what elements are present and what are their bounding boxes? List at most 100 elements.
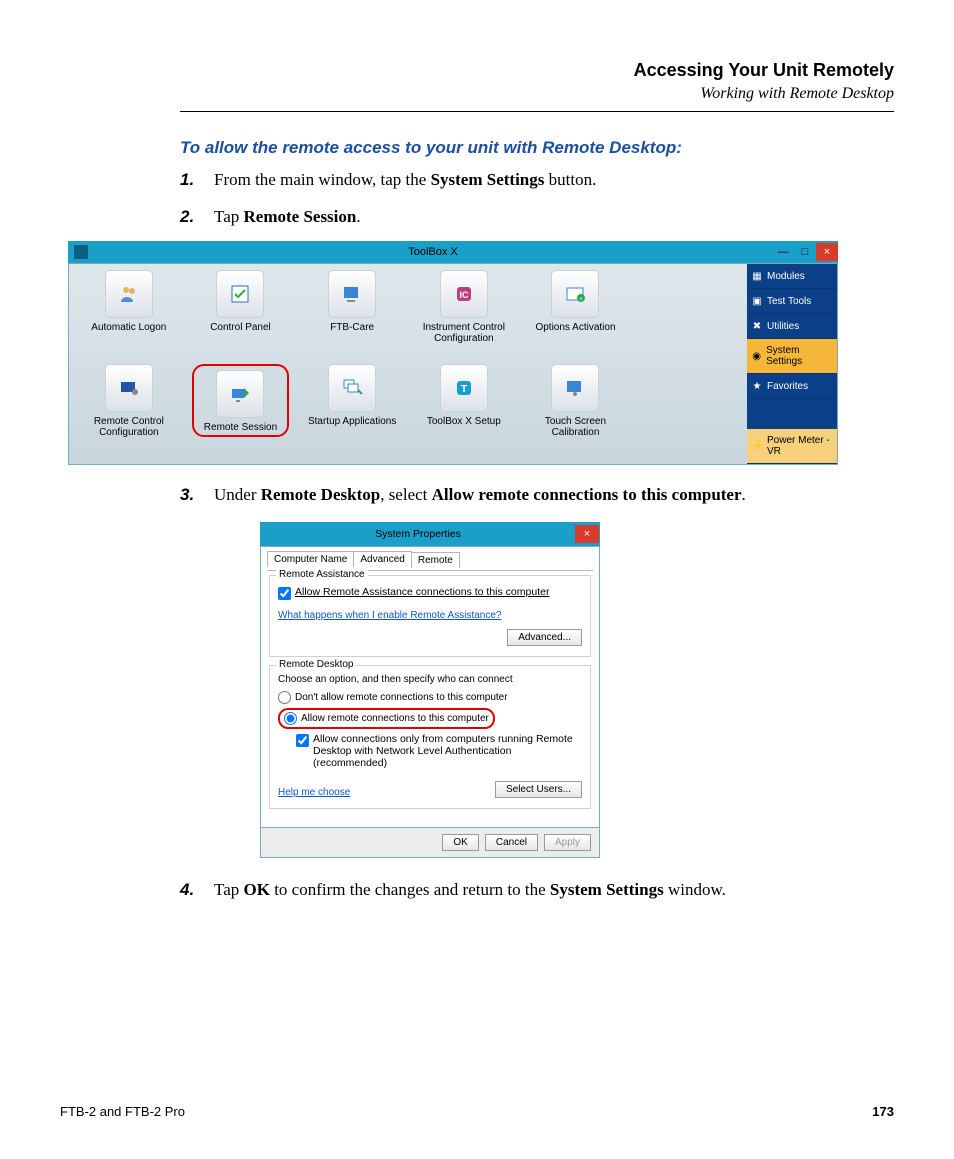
tab-computer-name[interactable]: Computer Name: [267, 551, 354, 567]
system-properties-dialog: System Properties × Computer Name Advanc…: [260, 522, 600, 858]
step-bold: System Settings: [550, 880, 664, 899]
sidebar-item[interactable]: ★ Favorites: [747, 374, 837, 399]
toolbox-tile[interactable]: Startup Applications: [296, 364, 408, 458]
step-text: .: [742, 485, 746, 504]
step-4: 4. Tap OK to confirm the changes and ret…: [180, 878, 894, 903]
sidebar-item[interactable]: ◉System Settings: [747, 339, 837, 374]
sidebar-icon: ✖: [751, 320, 763, 332]
step-bold: Remote Desktop: [261, 485, 380, 504]
nla-checkbox[interactable]: Allow connections only from computers ru…: [296, 733, 582, 769]
toolbox-tile[interactable]: FTB-Care: [296, 270, 408, 364]
header-rule: [180, 111, 894, 112]
toolbox-tile: [631, 270, 743, 364]
cancel-button[interactable]: Cancel: [485, 834, 538, 851]
close-button[interactable]: ×: [816, 243, 838, 261]
toolbox-tile[interactable]: +Options Activation: [520, 270, 632, 364]
page-number: 173: [872, 1104, 894, 1119]
radio-dont-allow[interactable]: Don't allow remote connections to this c…: [278, 691, 582, 704]
step-text: Under: [214, 485, 261, 504]
tile-icon: [328, 270, 376, 318]
maximize-button[interactable]: □: [794, 243, 816, 261]
svg-text:IC: IC: [459, 290, 469, 300]
sidebar-icon: ◉: [751, 350, 762, 362]
toolbox-tile[interactable]: Control Panel: [185, 270, 297, 364]
toolbox-tile[interactable]: IC Instrument Control Configuration: [408, 270, 520, 364]
tab-remote[interactable]: Remote: [411, 552, 460, 568]
toolbox-tile: [631, 364, 743, 458]
tile-icon: [551, 364, 599, 412]
step-text: From the main window, tap the: [214, 170, 431, 189]
choice-instruction: Choose an option, and then specify who c…: [278, 674, 582, 685]
tile-icon: +: [551, 270, 599, 318]
step-number: 2.: [180, 205, 214, 230]
procedure-title: To allow the remote access to your unit …: [180, 138, 894, 158]
step-bold: Remote Session: [244, 207, 357, 226]
sidebar-icon: ★: [751, 380, 763, 392]
allow-remote-assistance-checkbox[interactable]: Allow Remote Assistance connections to t…: [278, 586, 582, 600]
remote-assistance-help-link[interactable]: What happens when I enable Remote Assist…: [278, 610, 501, 621]
toolbox-tile[interactable]: T ToolBox X Setup: [408, 364, 520, 458]
svg-text:+: +: [580, 297, 584, 303]
step-text: Tap: [214, 880, 244, 899]
sidebar-icon: ▣: [751, 295, 763, 307]
dialog-title: System Properties: [261, 528, 575, 540]
toolbox-tile[interactable]: Remote Session: [185, 364, 297, 458]
tile-icon: [105, 270, 153, 318]
toolbox-sidebar: ▦ Modules ▣ Test Tools ✖ Utilities ◉System Set…: [747, 264, 837, 464]
toolbox-tile[interactable]: Automatic Logon: [73, 270, 185, 364]
tile-label: Remote Session: [204, 422, 277, 433]
radio-label: Allow remote connections to this compute…: [301, 713, 489, 724]
step-3: 3. Under Remote Desktop, select Allow re…: [180, 483, 894, 508]
sidebar-item-label: Utilities: [767, 321, 799, 332]
apply-button[interactable]: Apply: [544, 834, 591, 851]
tab-advanced[interactable]: Advanced: [353, 551, 411, 567]
tile-label: ToolBox X Setup: [427, 416, 501, 427]
step-text: window.: [664, 880, 726, 899]
help-me-choose-link[interactable]: Help me choose: [278, 787, 350, 798]
step-number: 1.: [180, 168, 214, 193]
step-text: to confirm the changes and return to the: [270, 880, 550, 899]
chapter-title: Accessing Your Unit Remotely: [180, 60, 894, 81]
tile-label: Control Panel: [210, 322, 271, 333]
toolbox-tile[interactable]: Remote Control Configuration: [73, 364, 185, 458]
checkbox-label: Allow connections only from computers ru…: [313, 733, 582, 769]
toolbox-window: ToolBox X — □ × Automatic Logon Control P…: [68, 241, 838, 465]
tile-icon: T: [440, 364, 488, 412]
sidebar-item-label: Favorites: [767, 381, 808, 392]
step-text: .: [356, 207, 360, 226]
step-text: button.: [544, 170, 596, 189]
dialog-titlebar: System Properties ×: [260, 522, 600, 546]
step-1: 1. From the main window, tap the System …: [180, 168, 894, 193]
section-subtitle: Working with Remote Desktop: [180, 85, 894, 103]
sidebar-item[interactable]: ▦ Modules: [747, 264, 837, 289]
toolbox-tile[interactable]: Touch Screen Calibration: [520, 364, 632, 458]
sidebar-item[interactable]: ▣ Test Tools: [747, 289, 837, 314]
tile-label: Instrument Control Configuration: [408, 322, 520, 344]
group-legend: Remote Desktop: [276, 659, 356, 670]
sidebar-icon: ▦: [751, 270, 763, 282]
minimize-button[interactable]: —: [772, 243, 794, 261]
radio-allow-remote[interactable]: Allow remote connections to this compute…: [278, 708, 495, 729]
step-number: 4.: [180, 878, 214, 903]
sidebar-item-label: Modules: [767, 271, 805, 282]
step-text: , select: [380, 485, 431, 504]
step-bold: Allow remote connections to this compute…: [432, 485, 742, 504]
tile-icon: [328, 364, 376, 412]
sidebar-item-label: Test Tools: [767, 296, 811, 307]
tile-icon: [216, 270, 264, 318]
tile-label: Automatic Logon: [91, 322, 166, 333]
sidebar-item[interactable]: ✖ Utilities: [747, 314, 837, 339]
advanced-button[interactable]: Advanced...: [507, 629, 582, 646]
select-users-button[interactable]: Select Users...: [495, 781, 582, 798]
group-legend: Remote Assistance: [276, 569, 368, 580]
tile-label: Touch Screen Calibration: [520, 416, 632, 438]
remote-desktop-group: Remote Desktop Choose an option, and the…: [269, 665, 591, 809]
dialog-button-row: OK Cancel Apply: [260, 828, 600, 858]
sidebar-item-powermeter[interactable]: ⚡ Power Meter - VR: [747, 429, 837, 464]
powermeter-icon: ⚡: [751, 440, 763, 452]
footer-product: FTB-2 and FTB-2 Pro: [60, 1104, 185, 1119]
toolbox-titlebar: ToolBox X — □ ×: [68, 241, 838, 263]
checkbox-label: Allow Remote Assistance connections to t…: [295, 586, 549, 598]
ok-button[interactable]: OK: [442, 834, 478, 851]
close-button[interactable]: ×: [575, 525, 599, 543]
